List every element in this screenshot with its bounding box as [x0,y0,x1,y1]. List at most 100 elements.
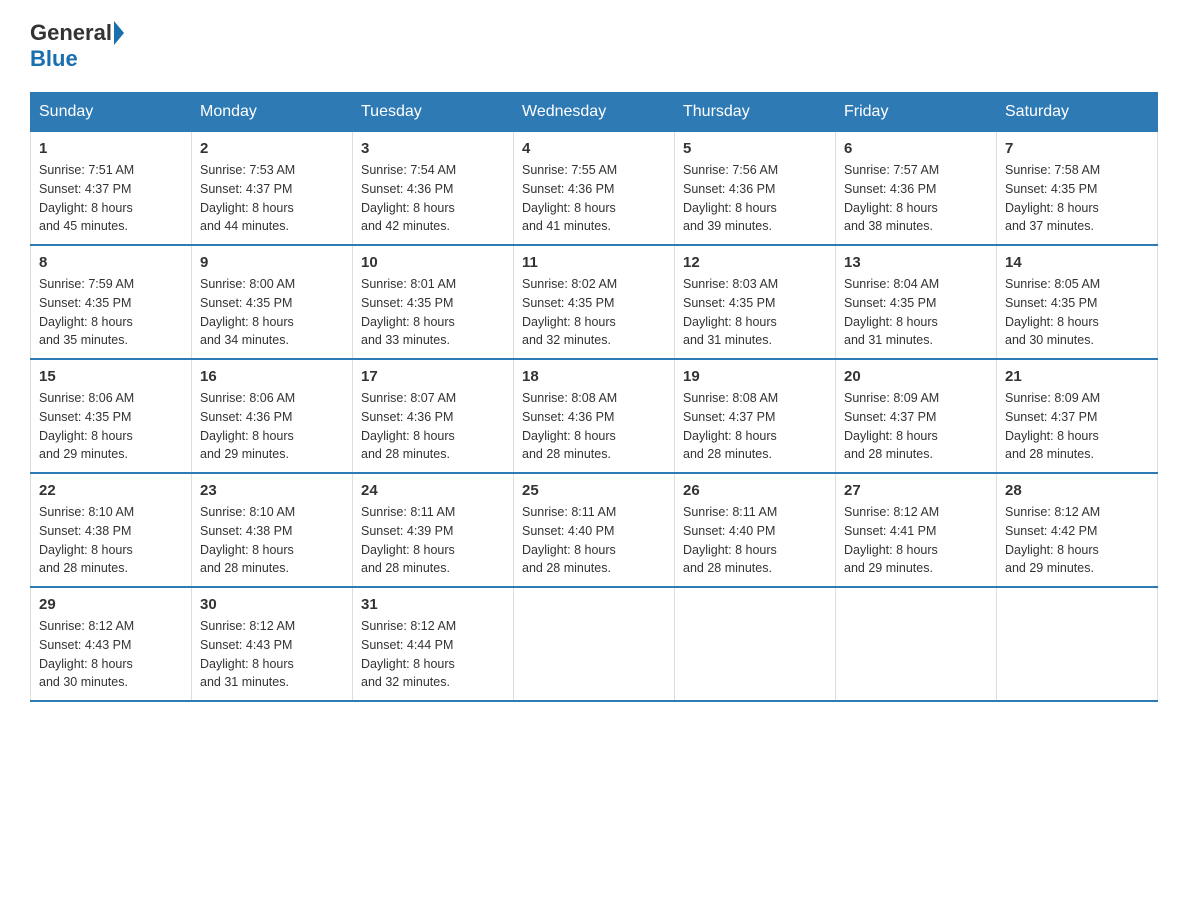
logo-blue: Blue [30,46,78,71]
day-number: 11 [522,254,666,271]
day-number: 4 [522,140,666,157]
day-number: 18 [522,368,666,385]
day-info: Sunrise: 8:12 AMSunset: 4:41 PMDaylight:… [844,503,988,578]
calendar-week-4: 22 Sunrise: 8:10 AMSunset: 4:38 PMDayligh… [31,473,1158,587]
calendar-cell: 3 Sunrise: 7:54 AMSunset: 4:36 PMDaylight… [353,132,514,246]
day-number: 8 [39,254,183,271]
day-info: Sunrise: 8:12 AMSunset: 4:43 PMDaylight:… [39,617,183,692]
day-info: Sunrise: 8:08 AMSunset: 4:37 PMDaylight:… [683,389,827,464]
day-info: Sunrise: 8:02 AMSunset: 4:35 PMDaylight:… [522,275,666,350]
calendar-cell: 12 Sunrise: 8:03 AMSunset: 4:35 PMDayligh… [675,245,836,359]
logo: General Blue [30,20,124,72]
day-info: Sunrise: 8:09 AMSunset: 4:37 PMDaylight:… [1005,389,1149,464]
day-number: 20 [844,368,988,385]
calendar-cell: 16 Sunrise: 8:06 AMSunset: 4:36 PMDayligh… [192,359,353,473]
col-header-thursday: Thursday [675,93,836,132]
day-number: 25 [522,482,666,499]
calendar-table: SundayMondayTuesdayWednesdayThursdayFrid… [30,92,1158,702]
page-header: General Blue [30,20,1158,72]
calendar-cell [675,587,836,701]
calendar-week-2: 8Sunrise: 7:59 AMSunset: 4:35 PMDaylight… [31,245,1158,359]
day-number: 9 [200,254,344,271]
day-number: 16 [200,368,344,385]
day-number: 1 [39,140,183,157]
calendar-cell: 23 Sunrise: 8:10 AMSunset: 4:38 PMDayligh… [192,473,353,587]
day-info: Sunrise: 7:53 AMSunset: 4:37 PMDaylight:… [200,161,344,236]
calendar-cell: 4 Sunrise: 7:55 AMSunset: 4:36 PMDaylight… [514,132,675,246]
day-number: 23 [200,482,344,499]
calendar-cell: 2 Sunrise: 7:53 AMSunset: 4:37 PMDaylight… [192,132,353,246]
calendar-cell: 24 Sunrise: 8:11 AMSunset: 4:39 PMDayligh… [353,473,514,587]
calendar-cell: 29 Sunrise: 8:12 AMSunset: 4:43 PMDayligh… [31,587,192,701]
col-header-friday: Friday [836,93,997,132]
calendar-cell: 20 Sunrise: 8:09 AMSunset: 4:37 PMDayligh… [836,359,997,473]
day-number: 12 [683,254,827,271]
col-header-tuesday: Tuesday [353,93,514,132]
calendar-cell: 5 Sunrise: 7:56 AMSunset: 4:36 PMDaylight… [675,132,836,246]
calendar-cell: 7 Sunrise: 7:58 AMSunset: 4:35 PMDaylight… [997,132,1158,246]
day-info: Sunrise: 8:08 AMSunset: 4:36 PMDaylight:… [522,389,666,464]
day-info: Sunrise: 8:00 AMSunset: 4:35 PMDaylight:… [200,275,344,350]
logo-arrow-icon [114,21,124,45]
day-info: Sunrise: 8:01 AMSunset: 4:35 PMDaylight:… [361,275,505,350]
day-info: Sunrise: 7:55 AMSunset: 4:36 PMDaylight:… [522,161,666,236]
calendar-header-row: SundayMondayTuesdayWednesdayThursdayFrid… [31,93,1158,132]
day-number: 2 [200,140,344,157]
logo-general: General [30,20,112,46]
col-header-monday: Monday [192,93,353,132]
calendar-cell: 21Sunrise: 8:09 AMSunset: 4:37 PMDayligh… [997,359,1158,473]
day-number: 7 [1005,140,1149,157]
day-info: Sunrise: 7:56 AMSunset: 4:36 PMDaylight:… [683,161,827,236]
col-header-saturday: Saturday [997,93,1158,132]
calendar-cell: 15Sunrise: 8:06 AMSunset: 4:35 PMDayligh… [31,359,192,473]
day-info: Sunrise: 8:11 AMSunset: 4:39 PMDaylight:… [361,503,505,578]
day-number: 29 [39,596,183,613]
col-header-sunday: Sunday [31,93,192,132]
calendar-cell: 19 Sunrise: 8:08 AMSunset: 4:37 PMDayligh… [675,359,836,473]
day-number: 31 [361,596,505,613]
day-number: 13 [844,254,988,271]
day-number: 3 [361,140,505,157]
calendar-cell: 6Sunrise: 7:57 AMSunset: 4:36 PMDaylight… [836,132,997,246]
calendar-week-1: 1Sunrise: 7:51 AMSunset: 4:37 PMDaylight… [31,132,1158,246]
day-number: 17 [361,368,505,385]
day-number: 14 [1005,254,1149,271]
calendar-cell: 10 Sunrise: 8:01 AMSunset: 4:35 PMDayligh… [353,245,514,359]
calendar-cell: 8Sunrise: 7:59 AMSunset: 4:35 PMDaylight… [31,245,192,359]
day-info: Sunrise: 8:03 AMSunset: 4:35 PMDaylight:… [683,275,827,350]
day-info: Sunrise: 7:57 AMSunset: 4:36 PMDaylight:… [844,161,988,236]
calendar-cell: 22 Sunrise: 8:10 AMSunset: 4:38 PMDayligh… [31,473,192,587]
calendar-cell: 1Sunrise: 7:51 AMSunset: 4:37 PMDaylight… [31,132,192,246]
day-info: Sunrise: 8:06 AMSunset: 4:36 PMDaylight:… [200,389,344,464]
calendar-cell: 26Sunrise: 8:11 AMSunset: 4:40 PMDayligh… [675,473,836,587]
day-info: Sunrise: 7:58 AMSunset: 4:35 PMDaylight:… [1005,161,1149,236]
calendar-cell: 13Sunrise: 8:04 AMSunset: 4:35 PMDayligh… [836,245,997,359]
calendar-cell: 17 Sunrise: 8:07 AMSunset: 4:36 PMDayligh… [353,359,514,473]
day-info: Sunrise: 8:11 AMSunset: 4:40 PMDaylight:… [522,503,666,578]
day-number: 10 [361,254,505,271]
day-number: 19 [683,368,827,385]
day-info: Sunrise: 8:12 AMSunset: 4:43 PMDaylight:… [200,617,344,692]
day-number: 28 [1005,482,1149,499]
day-number: 27 [844,482,988,499]
calendar-cell [514,587,675,701]
calendar-cell [836,587,997,701]
calendar-cell: 14Sunrise: 8:05 AMSunset: 4:35 PMDayligh… [997,245,1158,359]
day-info: Sunrise: 8:07 AMSunset: 4:36 PMDaylight:… [361,389,505,464]
calendar-cell: 27 Sunrise: 8:12 AMSunset: 4:41 PMDayligh… [836,473,997,587]
day-number: 22 [39,482,183,499]
calendar-cell: 9 Sunrise: 8:00 AMSunset: 4:35 PMDaylight… [192,245,353,359]
calendar-cell: 28 Sunrise: 8:12 AMSunset: 4:42 PMDayligh… [997,473,1158,587]
day-info: Sunrise: 8:12 AMSunset: 4:42 PMDaylight:… [1005,503,1149,578]
col-header-wednesday: Wednesday [514,93,675,132]
day-info: Sunrise: 8:09 AMSunset: 4:37 PMDaylight:… [844,389,988,464]
day-info: Sunrise: 8:12 AMSunset: 4:44 PMDaylight:… [361,617,505,692]
calendar-cell: 18 Sunrise: 8:08 AMSunset: 4:36 PMDayligh… [514,359,675,473]
day-info: Sunrise: 7:54 AMSunset: 4:36 PMDaylight:… [361,161,505,236]
day-info: Sunrise: 8:10 AMSunset: 4:38 PMDaylight:… [200,503,344,578]
calendar-cell: 31 Sunrise: 8:12 AMSunset: 4:44 PMDayligh… [353,587,514,701]
day-info: Sunrise: 8:10 AMSunset: 4:38 PMDaylight:… [39,503,183,578]
day-info: Sunrise: 8:06 AMSunset: 4:35 PMDaylight:… [39,389,183,464]
day-number: 24 [361,482,505,499]
day-number: 5 [683,140,827,157]
